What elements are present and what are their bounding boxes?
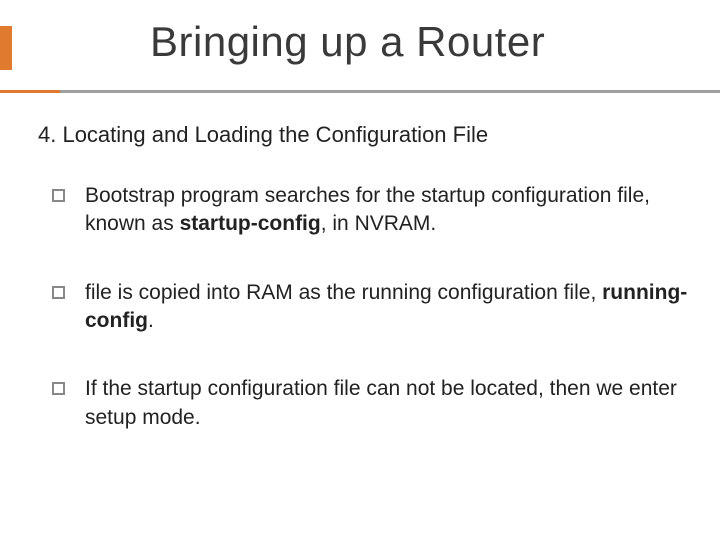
list-item: If the startup configuration file can no… — [38, 375, 690, 432]
square-bullet-icon — [52, 189, 65, 202]
slide-title: Bringing up a Router — [150, 18, 545, 66]
accent-bar — [0, 26, 12, 70]
list-item: Bootstrap program searches for the start… — [38, 182, 690, 239]
square-bullet-icon — [52, 286, 65, 299]
title-divider — [0, 90, 720, 93]
section-heading: 4. Locating and Loading the Configuratio… — [38, 122, 690, 148]
bullet-text: If the startup configuration file can no… — [85, 375, 690, 432]
list-item: file is copied into RAM as the running c… — [38, 279, 690, 336]
bullet-text: file is copied into RAM as the running c… — [85, 279, 690, 336]
square-bullet-icon — [52, 382, 65, 395]
bullet-text: Bootstrap program searches for the start… — [85, 182, 690, 239]
